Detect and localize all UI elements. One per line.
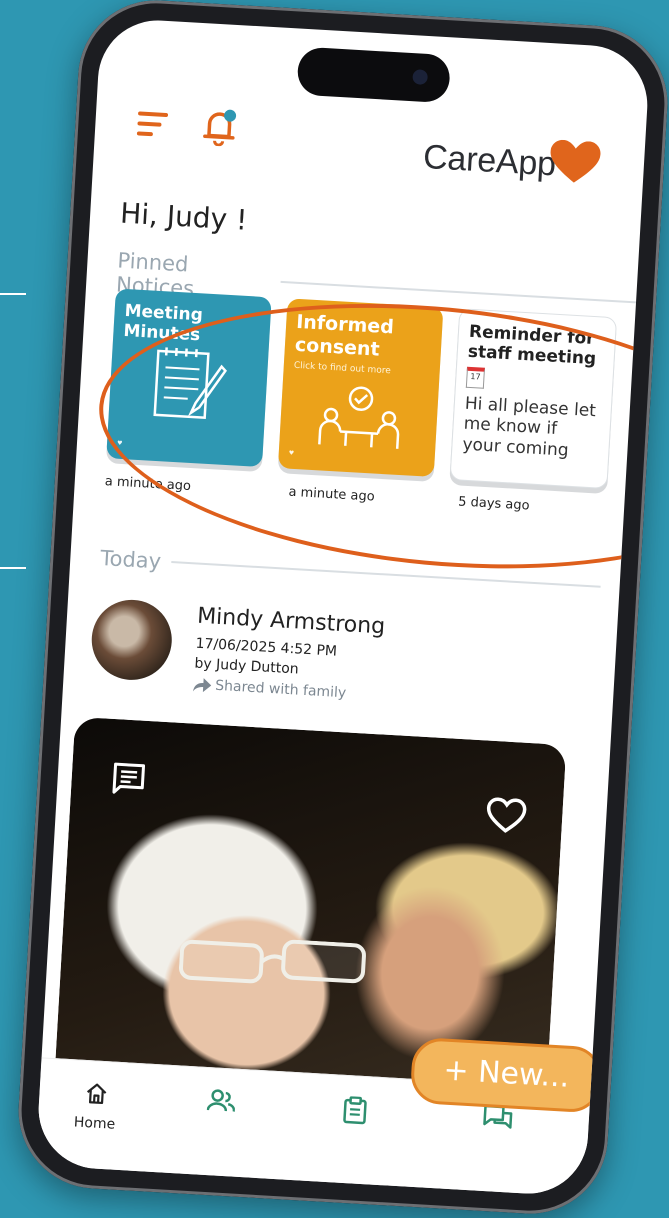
notepad-icon: [153, 347, 227, 420]
share-arrow-icon: [192, 678, 212, 693]
heart-icon[interactable]: [485, 797, 527, 835]
nav-people[interactable]: [206, 1088, 236, 1118]
dynamic-island: [296, 46, 451, 104]
avatar[interactable]: [89, 597, 174, 683]
pinned-card-meeting-minutes[interactable]: Meeting Minutes ♥: [106, 288, 272, 468]
phone-screen: CareApp Hi, Judy ! Pinned Notices Meetin…: [35, 17, 651, 1197]
nav-home-label: Home: [73, 1114, 116, 1133]
pinned-card-title: Meeting Minutes: [122, 300, 204, 346]
pinned-card-informed-consent[interactable]: Informed consent Click to find out more …: [277, 298, 444, 478]
home-icon: [86, 1083, 107, 1105]
photo-detail: [178, 939, 366, 984]
heart-logo: [550, 139, 601, 183]
pinned-card-brand: ♥: [288, 449, 295, 457]
phone-frame: CareApp Hi, Judy ! Pinned Notices Meetin…: [14, 0, 669, 1218]
post-share: Shared with family: [192, 677, 347, 701]
decor-line-bottom: [0, 567, 26, 569]
bell-icon[interactable]: [200, 107, 238, 147]
post-author: Mindy Armstrong: [196, 603, 386, 640]
pinned-time: 5 days ago: [457, 494, 530, 514]
pinned-card-body: Hi all please let me know if your coming: [461, 393, 597, 461]
pinned-notices-list: Meeting Minutes ♥ Informed consent Click…: [104, 288, 651, 530]
pinned-time: a minute ago: [288, 484, 376, 505]
new-button[interactable]: + New...: [409, 1036, 604, 1114]
nav-notes[interactable]: [342, 1096, 368, 1129]
pinned-card-brand: ♥: [116, 439, 123, 448]
consent-icon: [318, 386, 400, 449]
nav-home[interactable]: Home: [73, 1080, 117, 1133]
comment-icon[interactable]: [111, 761, 147, 797]
nav-messages[interactable]: [482, 1104, 514, 1136]
today-label: Today: [100, 546, 601, 599]
people-icon: [206, 1089, 236, 1112]
post-header: Mindy Armstrong 17/06/2025 4:52 PM by Ju…: [89, 597, 593, 717]
menu-icon[interactable]: [136, 111, 169, 143]
pinned-card-title: Informed consent: [294, 310, 395, 361]
brand-name: CareApp: [422, 137, 557, 184]
decor-line-top: [0, 293, 26, 295]
pinned-card-reminder[interactable]: Reminder for staff meeting 17 Hi all ple…: [449, 308, 618, 490]
pinned-card-title: Reminder for staff meeting: [467, 321, 597, 370]
post-by: by Judy Dutton: [194, 655, 300, 678]
careapp-logo: CareApp: [422, 138, 601, 187]
calendar-icon: 17: [465, 366, 486, 389]
pinned-time: a minute ago: [104, 474, 192, 495]
clipboard-icon: [343, 1096, 367, 1125]
greeting: Hi, Judy !: [119, 196, 249, 237]
